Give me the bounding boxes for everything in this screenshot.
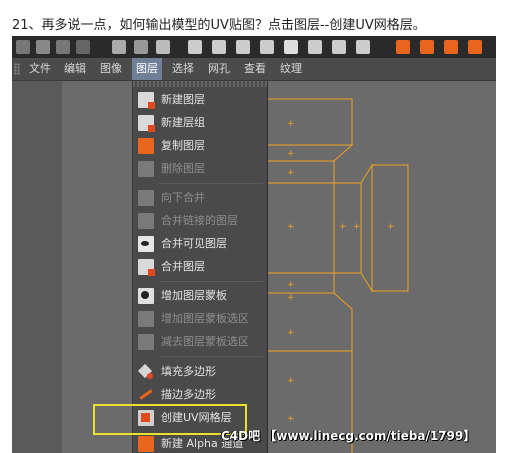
menu-item-new-layer[interactable]: 新建图层 <box>133 89 267 111</box>
menu-tearoff-strip[interactable] <box>133 81 267 87</box>
tool-icon[interactable] <box>134 40 148 54</box>
svg-text:+: + <box>339 222 347 232</box>
menu-item-stroke-polygon[interactable]: 描边多边形 <box>133 384 267 406</box>
merge-down-icon <box>138 190 154 206</box>
svg-text:+: + <box>387 222 395 232</box>
tool-icon[interactable] <box>356 40 370 54</box>
menu-item-fill-polygon[interactable]: 填充多边形 <box>133 361 267 383</box>
bodypaint-window: 文件 编辑 图像 图层 选择 网孔 查看 纹理 + + + + + + + + … <box>12 36 496 453</box>
tool-icon[interactable] <box>36 40 50 54</box>
merge-visible-icon <box>138 236 154 252</box>
add-mask-icon <box>138 288 154 304</box>
toolbar <box>12 36 496 58</box>
tutorial-caption: 21、再多说一点，如何输出模型的UV贴图？点击图层--创建UV网格层。 <box>12 18 426 33</box>
tool-icon[interactable] <box>56 40 70 54</box>
grip-handle-icon[interactable] <box>14 63 20 75</box>
menu-image[interactable]: 图像 <box>96 58 126 80</box>
delete-layer-icon <box>138 161 154 177</box>
new-layer-group-icon <box>138 115 155 132</box>
close-square-icon[interactable] <box>156 40 170 54</box>
menu-mesh[interactable]: 网孔 <box>204 58 234 80</box>
menu-item-merge-down[interactable]: 向下合并 <box>133 187 267 209</box>
tool-icon[interactable] <box>212 40 226 54</box>
menu-separator <box>159 281 263 282</box>
menu-item-add-mask-selection[interactable]: 增加图层蒙板选区 <box>133 308 267 330</box>
svg-text:+: + <box>287 328 295 338</box>
tool-icon[interactable] <box>112 40 126 54</box>
watermark-text: C4D吧 【www.linecg.com/tieba/1799】 <box>221 429 476 443</box>
new-layer-icon <box>138 92 155 109</box>
svg-text:+: + <box>287 149 295 159</box>
tool-icon[interactable] <box>468 40 482 54</box>
menu-item-delete-layer[interactable]: 删除图层 <box>133 158 267 180</box>
menu-item-merge-layers[interactable]: 合并图层 <box>133 256 267 278</box>
svg-text:+: + <box>287 168 295 178</box>
fill-polygon-icon <box>138 364 154 380</box>
menu-edit[interactable]: 编辑 <box>60 58 90 80</box>
new-alpha-channel-icon <box>138 436 154 452</box>
tool-icon[interactable] <box>236 40 250 54</box>
svg-text:+: + <box>287 293 295 303</box>
menu-item-subtract-mask-selection[interactable]: 减去图层蒙板选区 <box>133 331 267 353</box>
menu-bar: 文件 编辑 图像 图层 选择 网孔 查看 纹理 <box>12 58 496 81</box>
menu-select[interactable]: 选择 <box>168 58 198 80</box>
tool-icon[interactable] <box>260 40 274 54</box>
svg-text:+: + <box>287 280 295 290</box>
uv-mesh-lines: + + + + + + + + + + + + <box>266 98 409 453</box>
menu-item-add-layer-mask[interactable]: 增加图层蒙板 <box>133 285 267 307</box>
uv-texture-view[interactable]: + + + + + + + + + + + + <box>62 81 496 453</box>
tool-icon[interactable] <box>396 40 410 54</box>
svg-text:+: + <box>287 119 295 129</box>
copy-layer-icon <box>138 138 154 154</box>
tool-icon[interactable] <box>188 40 202 54</box>
svg-text:+: + <box>287 376 295 386</box>
tool-icon[interactable] <box>308 40 322 54</box>
menu-item-new-layer-group[interactable]: 新建层组 <box>133 112 267 134</box>
menu-layer[interactable]: 图层 <box>132 58 162 80</box>
menu-item-merge-linked[interactable]: 合并链接的图层 <box>133 210 267 232</box>
menu-file[interactable]: 文件 <box>25 58 55 80</box>
menu-separator <box>159 183 263 184</box>
tool-icon[interactable] <box>420 40 434 54</box>
tool-icon[interactable] <box>16 40 30 54</box>
stroke-polygon-icon <box>138 387 154 403</box>
menu-texture[interactable]: 纹理 <box>276 58 306 80</box>
menu-separator <box>159 356 263 357</box>
menu-item-merge-visible[interactable]: 合并可见图层 <box>133 233 267 255</box>
tool-icon[interactable] <box>332 40 346 54</box>
menu-view[interactable]: 查看 <box>240 58 270 80</box>
svg-text:+: + <box>287 414 295 424</box>
subtract-mask-selection-icon <box>138 334 154 350</box>
tool-icon[interactable] <box>444 40 458 54</box>
svg-text:+: + <box>287 222 295 232</box>
merge-layers-icon <box>138 259 155 276</box>
merge-linked-icon <box>138 213 154 229</box>
menu-item-copy-layer[interactable]: 复制图层 <box>133 135 267 157</box>
add-mask-selection-icon <box>138 311 154 327</box>
svg-text:+: + <box>353 222 361 232</box>
left-panel <box>12 81 62 453</box>
layer-dropdown-menu: 新建图层 新建层组 复制图层 删除图层 向下合并 合并链接的图层 合并可见图层 <box>132 81 268 453</box>
tool-icon[interactable] <box>76 40 90 54</box>
move-icon[interactable] <box>284 40 298 54</box>
